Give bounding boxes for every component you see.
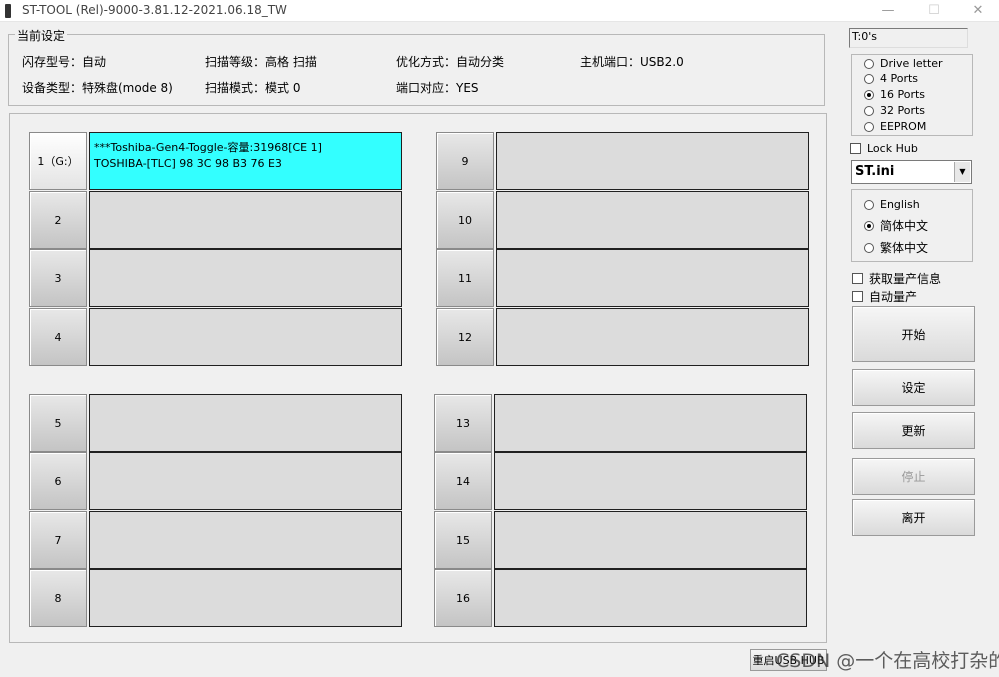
slot-info-10 (496, 191, 809, 249)
radio-label: 32 Ports (880, 104, 926, 117)
watermark: CSDN @一个在高校打杂的 (776, 650, 999, 672)
slot-info-11 (496, 249, 809, 307)
slot-button-12[interactable]: 12 (436, 308, 494, 366)
slot-info-2 (89, 191, 402, 249)
chevron-down-icon[interactable]: ▼ (954, 162, 970, 182)
slot-button-6[interactable]: 6 (29, 452, 87, 510)
current-settings-group: 当前设定 闪存型号：自动 扫描等级：高格 扫描 优化方式：自动分类 主机端口：U… (8, 27, 825, 106)
maximize-button[interactable]: ☐ (912, 0, 956, 22)
slot-info-16 (494, 569, 807, 627)
host-port-setting: 主机端口：USB2.0 (580, 55, 684, 69)
radio-indicator (864, 73, 874, 84)
slot-button-9[interactable]: 9 (436, 132, 494, 190)
slot-button-2[interactable]: 2 (29, 191, 87, 249)
radio-indicator (864, 105, 874, 116)
slot-info-13 (494, 394, 807, 452)
slot-info-3 (89, 249, 402, 307)
device-type-setting: 设备类型：特殊盘(mode 8) (22, 81, 173, 95)
radio-traditional-chinese[interactable]: 繁体中文 (864, 239, 928, 256)
checkbox-box (850, 143, 861, 154)
flash-type-setting: 闪存型号：自动 (22, 55, 107, 69)
radio-label: EEPROM (880, 120, 927, 133)
slot-info-7 (89, 511, 402, 569)
timer-display: T:0's (849, 28, 968, 48)
minimize-button[interactable]: — (866, 0, 910, 22)
radio-indicator (864, 89, 874, 100)
slot-button-10[interactable]: 10 (436, 191, 494, 249)
radio-label: 16 Ports (880, 88, 926, 101)
slot-info-line: ***Toshiba-Gen4-Toggle-容量:31968[CE 1] (94, 141, 322, 154)
slot-info-14 (494, 452, 807, 510)
slot-info-6 (89, 452, 402, 510)
scan-level-setting: 扫描等级：高格 扫描 (205, 55, 317, 69)
slot-info-line: TOSHIBA-[TLC] 98 3C 98 B3 76 E3 (94, 157, 282, 170)
slot-button-7[interactable]: 7 (29, 511, 87, 569)
radio-label: 繁体中文 (880, 241, 929, 255)
radio-label: 简体中文 (880, 219, 929, 233)
settings-legend: 当前设定 (15, 27, 68, 44)
lock-hub-checkbox[interactable]: Lock Hub (850, 142, 918, 155)
get-info-checkbox[interactable]: 获取量产信息 (852, 270, 941, 287)
checkbox-label: 获取量产信息 (869, 272, 942, 286)
title-bar: ST-TOOL (Rel)-9000-3.81.12-2021.06.18_TW… (0, 0, 999, 22)
slot-button-8[interactable]: 8 (29, 569, 87, 627)
language-group: English 简体中文 繁体中文 (851, 189, 973, 262)
slot-button-14[interactable]: 14 (434, 452, 492, 510)
update-button[interactable]: 更新 (852, 412, 975, 449)
slot-info-5 (89, 394, 402, 452)
settings-button[interactable]: 设定 (852, 369, 975, 406)
checkbox-label: Lock Hub (867, 142, 918, 155)
exit-button[interactable]: 离开 (852, 499, 975, 536)
radio-english[interactable]: English (864, 198, 920, 211)
radio-32-ports[interactable]: 32 Ports (864, 104, 925, 117)
ini-file-value: ST.ini (855, 164, 895, 179)
slot-button-16[interactable]: 16 (434, 569, 492, 627)
slot-button-1[interactable]: 1（G:） (29, 132, 87, 190)
radio-indicator (864, 121, 874, 132)
optimize-setting: 优化方式：自动分类 (396, 55, 505, 69)
window-title: ST-TOOL (Rel)-9000-3.81.12-2021.06.18_TW (22, 3, 287, 17)
radio-eeprom[interactable]: EEPROM (864, 120, 926, 133)
radio-indicator (864, 220, 874, 231)
stop-button[interactable]: 停止 (852, 458, 975, 495)
slot-button-15[interactable]: 15 (434, 511, 492, 569)
radio-simplified-chinese[interactable]: 简体中文 (864, 217, 928, 234)
slot-info-8 (89, 569, 402, 627)
radio-indicator (864, 58, 874, 69)
auto-produce-checkbox[interactable]: 自动量产 (852, 288, 917, 305)
slot-button-5[interactable]: 5 (29, 394, 87, 452)
radio-indicator (864, 199, 874, 210)
port-map-setting: 端口对应：YES (396, 81, 479, 95)
checkbox-box (852, 291, 863, 302)
radio-indicator (864, 242, 874, 253)
slot-info-12 (496, 308, 809, 366)
slot-info-9 (496, 132, 809, 190)
slot-button-3[interactable]: 3 (29, 249, 87, 307)
slot-button-4[interactable]: 4 (29, 308, 87, 366)
radio-label: English (880, 198, 920, 211)
port-mode-group: Drive letter 4 Ports 16 Ports 32 Ports E… (851, 54, 973, 136)
radio-label: 4 Ports (880, 72, 919, 85)
slot-button-11[interactable]: 11 (436, 249, 494, 307)
start-button[interactable]: 开始 (852, 306, 975, 362)
close-button[interactable]: ✕ (956, 0, 999, 22)
slot-info-1: ***Toshiba-Gen4-Toggle-容量:31968[CE 1] TO… (89, 132, 402, 190)
radio-drive-letter[interactable]: Drive letter (864, 57, 943, 70)
radio-4-ports[interactable]: 4 Ports (864, 72, 918, 85)
app-icon (5, 4, 11, 18)
radio-label: Drive letter (880, 57, 943, 70)
checkbox-box (852, 273, 863, 284)
radio-16-ports[interactable]: 16 Ports (864, 88, 925, 101)
slot-info-4 (89, 308, 402, 366)
ini-file-select[interactable]: ST.ini ▼ (851, 160, 972, 184)
slot-button-13[interactable]: 13 (434, 394, 492, 452)
checkbox-label: 自动量产 (869, 290, 918, 304)
scan-mode-setting: 扫描模式：模式 0 (205, 81, 301, 95)
slot-info-15 (494, 511, 807, 569)
